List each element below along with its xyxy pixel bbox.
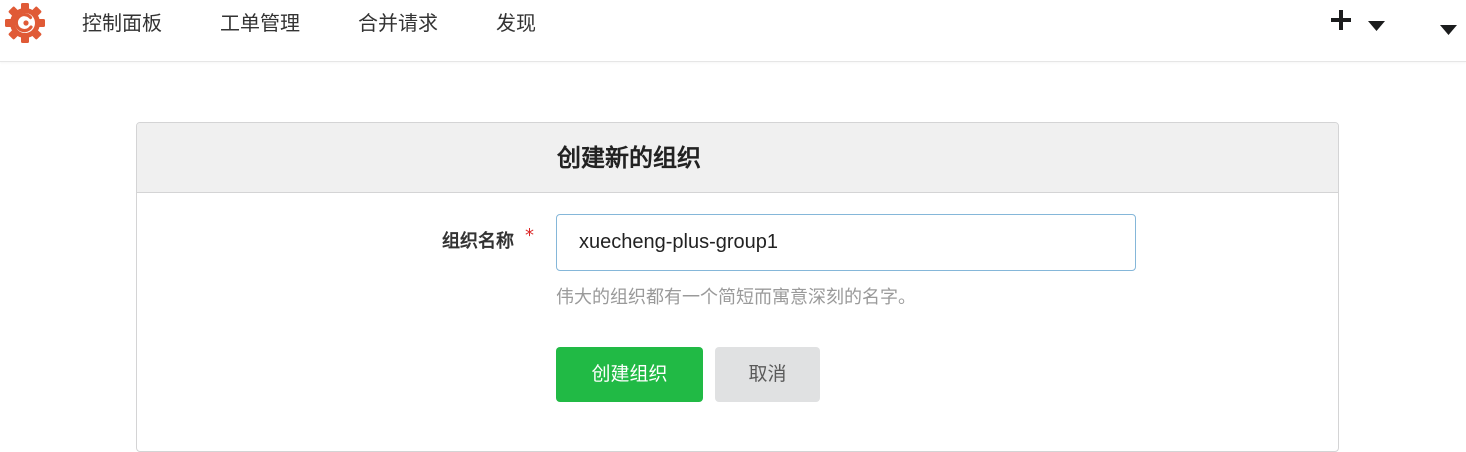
org-name-help-text: 伟大的组织都有一个简短而寓意深刻的名字。 [556, 287, 916, 308]
nav-explore[interactable]: 发现 [496, 9, 536, 37]
org-name-label: 组织名称 [442, 231, 514, 252]
gitea-logo-icon[interactable] [4, 2, 46, 44]
page-title: 创建新的组织 [557, 144, 701, 172]
create-new-dropdown[interactable] [1326, 5, 1386, 37]
caret-down-icon [1440, 20, 1457, 35]
create-org-form: 创建新的组织 组织名称 * 伟大的组织都有一个简短而寓意深刻的名字。 创建组织 … [136, 122, 1339, 452]
required-indicator: * [525, 225, 534, 246]
form-header: 创建新的组织 [137, 123, 1338, 193]
nav-dashboard[interactable]: 控制面板 [82, 9, 162, 37]
plus-icon [1330, 9, 1352, 31]
top-navbar: 控制面板 工单管理 合并请求 发现 [0, 0, 1466, 62]
org-name-input[interactable] [556, 214, 1136, 271]
nav-pull-requests[interactable]: 合并请求 [358, 9, 438, 37]
create-org-button[interactable]: 创建组织 [556, 347, 703, 402]
cancel-button[interactable]: 取消 [715, 347, 820, 402]
caret-down-icon [1368, 16, 1385, 31]
user-menu-dropdown[interactable] [1432, 10, 1462, 36]
nav-issues[interactable]: 工单管理 [220, 9, 300, 37]
